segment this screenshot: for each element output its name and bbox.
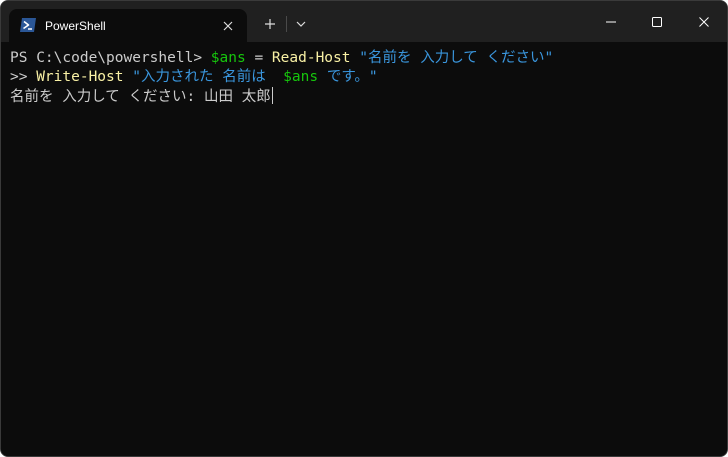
close-icon [699,16,709,27]
title-bar[interactable]: PowerShell [1,1,727,42]
tab-close-button[interactable] [219,17,237,35]
close-window-button[interactable] [681,1,727,42]
continuation-prompt: >> [10,69,37,85]
string-token: "名前を 入力して ください" [359,50,554,66]
powershell-icon [19,17,37,33]
variable-token: $ans [210,50,246,66]
user-input[interactable]: 山田 太郎 [204,89,271,105]
read-host-prompt: 名前を 入力して ください: [10,89,204,105]
tab-separator [286,16,287,32]
terminal-output[interactable]: PS C:\code\powershell> $ans = Read-Host … [1,42,727,456]
terminal-line-3: 名前を 入力して ください: 山田 太郎 [10,87,727,106]
chevron-down-icon [296,21,306,27]
string-token: "入力された 名前は [132,69,284,85]
operator-token: = [245,50,272,66]
text-cursor [271,87,273,104]
terminal-line-1: PS C:\code\powershell> $ans = Read-Host … [10,49,727,68]
terminal-window: PowerShell PS C:\code\powershell> $ans =… [0,0,728,457]
command-token: Read-Host [271,50,351,66]
new-tab-button[interactable] [259,13,281,35]
tab-dropdown-button[interactable] [291,13,311,35]
maximize-icon [652,16,662,27]
plus-icon [265,19,275,29]
terminal-line-2: >> Write-Host "入力された 名前は $ans です。" [10,68,727,87]
command-token: Write-Host [36,69,124,85]
tab-powershell[interactable]: PowerShell [9,9,247,42]
maximize-button[interactable] [634,1,680,42]
minimize-button[interactable] [588,1,634,42]
variable-token: $ans [283,69,319,85]
tab-title: PowerShell [45,19,106,33]
close-icon [223,21,233,31]
string-token: です。" [318,69,378,85]
prompt: PS C:\code\powershell> [10,50,211,66]
minimize-icon [606,21,616,22]
